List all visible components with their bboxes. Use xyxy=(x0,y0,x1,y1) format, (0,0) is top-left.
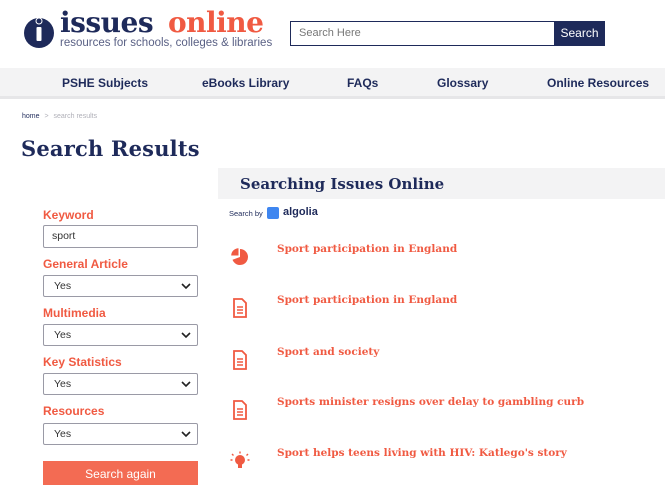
result-item[interactable]: Sport and society xyxy=(230,346,650,380)
search-again-button[interactable]: Search again xyxy=(43,461,198,485)
nav-item-glossary[interactable]: Glossary xyxy=(437,68,488,99)
general-article-select[interactable]: Yes xyxy=(43,275,198,297)
result-item[interactable]: Sport helps teens living with HIV: Katle… xyxy=(230,447,650,481)
nav-item-pshe-subjects[interactable]: PSHE Subjects xyxy=(62,68,148,99)
logo-tagline: resources for schools, colleges & librar… xyxy=(60,37,273,49)
search-by-label: Search by xyxy=(229,209,263,218)
pie-chart-icon xyxy=(231,248,248,265)
document-icon xyxy=(233,350,247,370)
document-icon xyxy=(233,400,247,420)
keyword-label: Keyword xyxy=(43,208,94,222)
general-article-value: Yes xyxy=(54,280,72,292)
site-logo[interactable]: issues online resources for schools, col… xyxy=(22,6,272,54)
breadcrumb-current: search results xyxy=(53,113,98,120)
key-statistics-value: Yes xyxy=(54,378,72,390)
logo-mark-icon xyxy=(24,17,54,48)
result-item[interactable]: Sport participation in England xyxy=(230,294,650,328)
result-item[interactable]: Sports minister resigns over delay to ga… xyxy=(230,396,650,430)
algolia-wordmark[interactable]: algolia xyxy=(283,206,318,218)
breadcrumb: home > search results xyxy=(22,113,97,120)
site-search-button[interactable]: Search xyxy=(554,21,605,46)
chevron-down-icon xyxy=(181,431,191,438)
main-nav: PSHE Subjects eBooks Library FAQs Glossa… xyxy=(0,68,665,99)
chevron-down-icon xyxy=(181,332,191,339)
page-title: Search Results xyxy=(21,136,200,161)
multimedia-value: Yes xyxy=(54,329,72,341)
result-title[interactable]: Sports minister resigns over delay to ga… xyxy=(277,396,584,408)
multimedia-label: Multimedia xyxy=(43,306,106,320)
result-item[interactable]: Sport participation in England xyxy=(230,243,650,277)
result-title[interactable]: Sport helps teens living with HIV: Katle… xyxy=(277,447,567,459)
logo-word-online: online xyxy=(168,6,264,39)
chevron-down-icon xyxy=(181,381,191,388)
algolia-logo-icon xyxy=(267,207,279,219)
key-statistics-select[interactable]: Yes xyxy=(43,373,198,395)
results-header: Searching Issues Online xyxy=(218,168,665,199)
result-title[interactable]: Sport and society xyxy=(277,346,379,358)
lightbulb-icon xyxy=(230,451,250,468)
resources-label: Resources xyxy=(43,404,105,418)
general-article-label: General Article xyxy=(43,257,128,271)
site-header: issues online resources for schools, col… xyxy=(0,0,665,66)
result-title[interactable]: Sport participation in England xyxy=(277,294,457,306)
resources-value: Yes xyxy=(54,428,72,440)
results-heading: Searching Issues Online xyxy=(240,175,445,193)
resources-select[interactable]: Yes xyxy=(43,423,198,445)
document-icon xyxy=(233,298,247,318)
keyword-input[interactable]: sport xyxy=(43,225,198,248)
site-search-input[interactable]: Search Here xyxy=(290,21,555,46)
logo-word-issues: issues xyxy=(60,6,154,39)
breadcrumb-separator: > xyxy=(44,113,49,120)
nav-item-online-resources[interactable]: Online Resources xyxy=(547,68,649,99)
nav-item-faqs[interactable]: FAQs xyxy=(347,68,378,99)
multimedia-select[interactable]: Yes xyxy=(43,324,198,346)
chevron-down-icon xyxy=(181,283,191,290)
result-title[interactable]: Sport participation in England xyxy=(277,243,457,255)
key-statistics-label: Key Statistics xyxy=(43,355,122,369)
nav-item-ebooks-library[interactable]: eBooks Library xyxy=(202,68,289,99)
breadcrumb-home[interactable]: home xyxy=(22,113,40,120)
